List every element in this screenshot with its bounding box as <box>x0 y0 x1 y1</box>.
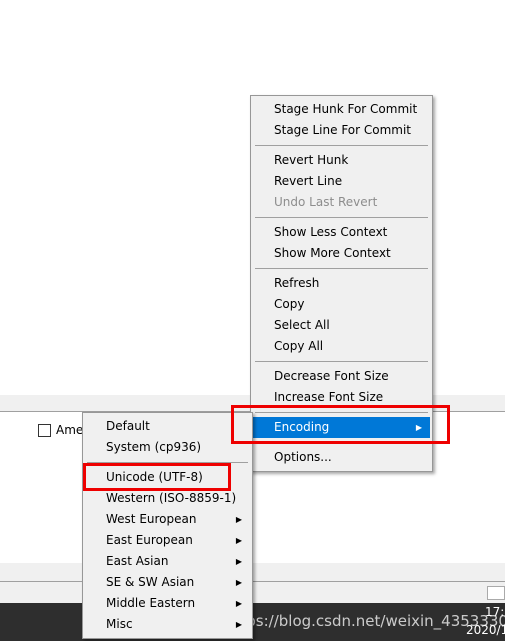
menu-item-label: Copy All <box>274 339 324 353</box>
submenu-arrow-icon: ▶ <box>235 578 242 587</box>
encoding-item-east-european[interactable]: East European ▶ <box>85 530 250 551</box>
menu-item-label: East European <box>106 533 193 547</box>
menu-item-label: Misc <box>106 617 133 631</box>
menu-item-decrease-font-size[interactable]: Decrease Font Size <box>253 366 430 387</box>
menu-item-label: SE & SW Asian <box>106 575 195 589</box>
menu-item-label: Stage Line For Commit <box>274 123 412 137</box>
menu-item-label: Show More Context <box>274 246 391 260</box>
menu-item-label: System (cp936) <box>106 440 202 454</box>
encoding-submenu: Default System (cp936) Unicode (UTF-8) West… <box>82 412 253 639</box>
submenu-arrow-icon: ▶ <box>235 620 242 629</box>
menu-item-label: Increase Font Size <box>274 390 384 404</box>
menu-item-label: Middle Eastern <box>106 596 196 610</box>
menu-item-label: Refresh <box>274 276 320 290</box>
menu-item-stage-line-for-commit[interactable]: Stage Line For Commit <box>253 120 430 141</box>
menu-item-label: West European <box>106 512 197 526</box>
menu-item-label: Unicode (UTF-8) <box>106 470 203 484</box>
menu-item-options[interactable]: Options... <box>253 447 430 468</box>
watermark: https://blog.csdn.net/weixin_43533308 <box>225 612 505 630</box>
menu-item-label: Options... <box>274 450 332 464</box>
menu-item-label: East Asian <box>106 554 169 568</box>
menu-item-show-less-context[interactable]: Show Less Context <box>253 222 430 243</box>
submenu-arrow-icon: ▶ <box>235 536 242 545</box>
amend-label: Ame <box>56 423 84 437</box>
encoding-item-east-asian[interactable]: East Asian ▶ <box>85 551 250 572</box>
submenu-arrow-icon: ▶ <box>235 599 242 608</box>
menu-item-label: Stage Hunk For Commit <box>274 102 418 116</box>
menu-item-label: Show Less Context <box>274 225 388 239</box>
menu-item-show-more-context[interactable]: Show More Context <box>253 243 430 264</box>
menu-separator <box>255 412 428 413</box>
context-menu: Stage Hunk For Commit Stage Line For Comm… <box>250 95 433 472</box>
encoding-item-unicode-utf-8[interactable]: Unicode (UTF-8) <box>85 467 250 488</box>
menu-item-increase-font-size[interactable]: Increase Font Size <box>253 387 430 408</box>
menu-item-label: Undo Last Revert <box>274 195 378 209</box>
menu-item-label: Default <box>106 419 150 433</box>
submenu-arrow-icon: ▶ <box>235 557 242 566</box>
encoding-item-western-iso-8859-1[interactable]: Western (ISO-8859-1) <box>85 488 250 509</box>
clock-date[interactable]: 2020/1 <box>466 623 505 637</box>
menu-item-label: Revert Hunk <box>274 153 349 167</box>
menu-separator <box>255 442 428 443</box>
menu-item-encoding[interactable]: Encoding ▶ <box>253 417 430 438</box>
menu-item-label: Decrease Font Size <box>274 369 389 383</box>
menu-separator <box>255 361 428 362</box>
menu-separator <box>255 268 428 269</box>
encoding-item-se-sw-asian[interactable]: SE & SW Asian ▶ <box>85 572 250 593</box>
menu-separator <box>255 217 428 218</box>
menu-item-copy[interactable]: Copy <box>253 294 430 315</box>
menu-separator <box>255 145 428 146</box>
encoding-item-misc[interactable]: Misc ▶ <box>85 614 250 635</box>
menu-item-stage-hunk-for-commit[interactable]: Stage Hunk For Commit <box>253 99 430 120</box>
menu-separator <box>87 462 248 463</box>
menu-item-undo-last-revert[interactable]: Undo Last Revert <box>253 192 430 213</box>
encoding-item-default[interactable]: Default <box>85 416 250 437</box>
menu-item-refresh[interactable]: Refresh <box>253 273 430 294</box>
menu-item-label: Encoding <box>274 420 330 434</box>
menu-item-copy-all[interactable]: Copy All <box>253 336 430 357</box>
encoding-item-system-cp936[interactable]: System (cp936) <box>85 437 250 458</box>
small-button[interactable] <box>487 586 505 600</box>
menu-item-select-all[interactable]: Select All <box>253 315 430 336</box>
menu-item-label: Select All <box>274 318 330 332</box>
menu-item-label: Western (ISO-8859-1) <box>106 491 237 505</box>
encoding-item-west-european[interactable]: West European ▶ <box>85 509 250 530</box>
menu-item-revert-hunk[interactable]: Revert Hunk <box>253 150 430 171</box>
menu-item-label: Revert Line <box>274 174 343 188</box>
encoding-item-middle-eastern[interactable]: Middle Eastern ▶ <box>85 593 250 614</box>
submenu-arrow-icon: ▶ <box>415 423 422 432</box>
clock-time[interactable]: 17:3 <box>485 605 505 619</box>
menu-item-label: Copy <box>274 297 305 311</box>
menu-item-revert-line[interactable]: Revert Line <box>253 171 430 192</box>
amend-checkbox[interactable] <box>38 424 51 437</box>
submenu-arrow-icon: ▶ <box>235 515 242 524</box>
